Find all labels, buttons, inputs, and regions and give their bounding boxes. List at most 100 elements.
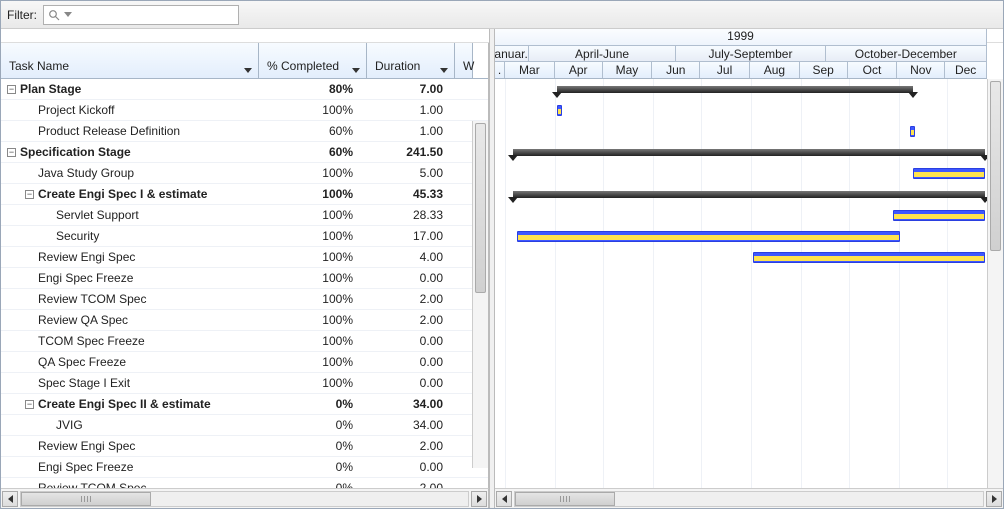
chevron-down-icon[interactable] [64, 12, 72, 17]
timeline-month[interactable]: Oct [848, 62, 898, 78]
completed-cell: 100% [259, 166, 367, 180]
scroll-left-button[interactable] [2, 491, 18, 507]
table-row[interactable]: Security100%17.00 [1, 226, 488, 247]
filter-input[interactable] [76, 7, 235, 23]
scrollbar-thumb[interactable] [21, 492, 151, 506]
task-bar[interactable] [517, 231, 900, 242]
completed-cell: 100% [259, 271, 367, 285]
scrollbar-track[interactable] [514, 491, 984, 507]
scrollbar-track[interactable] [20, 491, 469, 507]
task-bar[interactable] [753, 252, 985, 263]
vertical-scrollbar-left[interactable] [472, 121, 488, 468]
gantt-row [495, 457, 987, 478]
gantt-row [495, 163, 987, 184]
timeline-year[interactable]: 1999 [495, 29, 987, 46]
duration-cell: 241.50 [367, 145, 455, 159]
task-name-cell: Servlet Support [56, 208, 139, 222]
task-name-cell: Product Release Definition [38, 124, 180, 138]
gantt-row [495, 436, 987, 457]
table-row[interactable]: JVIG0%34.00 [1, 415, 488, 436]
scroll-right-button[interactable] [986, 491, 1002, 507]
table-row[interactable]: Product Release Definition60%1.00 [1, 121, 488, 142]
duration-cell: 7.00 [367, 82, 455, 96]
completed-cell: 100% [259, 376, 367, 390]
duration-cell: 0.00 [367, 355, 455, 369]
timeline-months: .MarAprMayJunJulAugSepOctNovDec [495, 62, 987, 79]
timeline-month[interactable]: Sep [800, 62, 848, 78]
chevron-down-icon[interactable] [244, 68, 252, 73]
timeline-month[interactable]: . [495, 62, 505, 78]
table-row[interactable]: Review TCOM Spec100%2.00 [1, 289, 488, 310]
scroll-right-button[interactable] [471, 491, 487, 507]
col-w[interactable]: W [455, 43, 473, 78]
task-name-cell: JVIG [56, 418, 83, 432]
chevron-down-icon[interactable] [440, 68, 448, 73]
timeline-month[interactable]: Aug [750, 62, 800, 78]
gantt-row [495, 226, 987, 247]
filter-input-wrap[interactable] [43, 5, 239, 25]
horizontal-scrollbar-left[interactable] [1, 488, 489, 508]
task-bar[interactable] [910, 126, 915, 137]
timeline-quarter[interactable]: April-June [529, 46, 676, 61]
expand-toggle[interactable]: − [7, 148, 16, 157]
summary-cap-left [508, 155, 518, 161]
table-row[interactable]: Project Kickoff100%1.00 [1, 100, 488, 121]
table-row[interactable]: −Specification Stage60%241.50 [1, 142, 488, 163]
expand-toggle[interactable]: − [25, 190, 34, 199]
expand-toggle[interactable]: − [25, 400, 34, 409]
gantt-row [495, 373, 987, 394]
task-name-cell: TCOM Spec Freeze [38, 334, 145, 348]
scrollbar-thumb[interactable] [475, 123, 486, 293]
timeline-quarter[interactable]: July-September [676, 46, 825, 61]
task-bar[interactable] [557, 105, 562, 116]
gantt-row [495, 310, 987, 331]
gantt-body[interactable] [495, 79, 987, 488]
completed-cell: 80% [259, 82, 367, 96]
timeline-month[interactable]: Jul [700, 62, 750, 78]
table-row[interactable]: Servlet Support100%28.33 [1, 205, 488, 226]
table-row[interactable]: Java Study Group100%5.00 [1, 163, 488, 184]
table-row[interactable]: Review TCOM Spec0%2.00 [1, 478, 488, 488]
table-row[interactable]: −Plan Stage80%7.00 [1, 79, 488, 100]
table-row[interactable]: −Create Engi Spec I & estimate100%45.33 [1, 184, 488, 205]
col-task-name[interactable]: Task Name [1, 43, 259, 78]
summary-bar[interactable] [513, 149, 985, 156]
expand-toggle[interactable]: − [7, 85, 16, 94]
task-name-cell: Create Engi Spec II & estimate [38, 397, 211, 411]
timeline-quarter[interactable]: October-December [826, 46, 987, 61]
task-name-cell: QA Spec Freeze [38, 355, 126, 369]
table-row[interactable]: Engi Spec Freeze0%0.00 [1, 457, 488, 478]
table-row[interactable]: Review Engi Spec100%4.00 [1, 247, 488, 268]
col-completed[interactable]: % Completed [259, 43, 367, 78]
task-name-cell: Review TCOM Spec [38, 481, 146, 488]
timeline-month[interactable]: Jun [652, 62, 700, 78]
timeline-month[interactable]: Apr [555, 62, 603, 78]
scroll-left-button[interactable] [496, 491, 512, 507]
table-row[interactable]: Spec Stage I Exit100%0.00 [1, 373, 488, 394]
scrollbar-thumb[interactable] [990, 81, 1001, 251]
timeline-quarter[interactable]: Januar... [495, 46, 529, 61]
table-row[interactable]: −Create Engi Spec II & estimate0%34.00 [1, 394, 488, 415]
summary-bar[interactable] [557, 86, 913, 93]
summary-bar[interactable] [513, 191, 985, 198]
timeline-month[interactable]: Dec [945, 62, 987, 78]
task-bar[interactable] [913, 168, 985, 179]
completed-cell: 100% [259, 334, 367, 348]
chevron-down-icon[interactable] [352, 68, 360, 73]
table-row[interactable]: TCOM Spec Freeze100%0.00 [1, 331, 488, 352]
table-row[interactable]: Engi Spec Freeze100%0.00 [1, 268, 488, 289]
horizontal-scrollbar-right[interactable] [495, 488, 1003, 508]
task-bar[interactable] [893, 210, 985, 221]
gantt-row [495, 331, 987, 352]
table-row[interactable]: Review QA Spec100%2.00 [1, 310, 488, 331]
timeline-month[interactable]: Nov [897, 62, 945, 78]
timeline-month[interactable]: May [603, 62, 653, 78]
task-name-cell: Java Study Group [38, 166, 134, 180]
table-row[interactable]: Review Engi Spec0%2.00 [1, 436, 488, 457]
duration-cell: 1.00 [367, 124, 455, 138]
col-duration[interactable]: Duration [367, 43, 455, 78]
scrollbar-thumb[interactable] [515, 492, 615, 506]
vertical-scrollbar-right[interactable] [987, 79, 1003, 488]
table-row[interactable]: QA Spec Freeze100%0.00 [1, 352, 488, 373]
timeline-month[interactable]: Mar [505, 62, 555, 78]
